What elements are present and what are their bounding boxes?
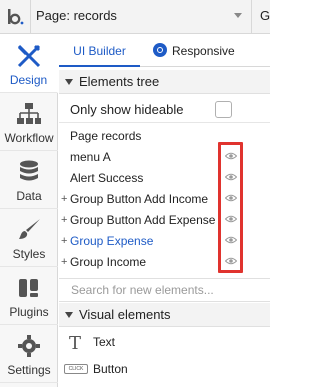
builder-panel: UI Builder Responsive Elements tree Only… [59, 35, 270, 387]
visual-element-text[interactable]: T Text [59, 329, 270, 355]
sidebar-item-label: Design [9, 73, 48, 87]
left-sidebar: Design Workflow Data Styles Plugins Sett… [0, 35, 58, 387]
sidebar-item-settings[interactable]: Settings [0, 325, 58, 383]
visual-element-label: Button [93, 362, 128, 376]
top-bar-truncated-label[interactable]: G [260, 8, 270, 23]
sidebar-item-label: Data [16, 189, 42, 203]
tab-responsive-label: Responsive [172, 44, 235, 58]
elements-tree-title: Elements tree [79, 74, 160, 89]
sidebar-item-workflow[interactable]: Workflow [0, 93, 58, 151]
tree-item-label: Group Expense [70, 234, 154, 248]
sidebar-item-label: Settings [7, 363, 51, 377]
visual-element-label: Text [93, 335, 116, 349]
divider [251, 0, 252, 34]
sidebar-item-styles[interactable]: Styles [0, 209, 58, 267]
page-selector[interactable]: Page: records [36, 8, 117, 23]
tree-item-label: Group Button Add Expense [70, 213, 216, 227]
database-icon [20, 160, 38, 181]
tab-responsive[interactable]: Responsive [143, 35, 270, 67]
brush-icon [19, 219, 40, 239]
tree-item-label: Group Income [70, 255, 147, 269]
visual-elements-title: Visual elements [79, 307, 171, 322]
only-show-hideable-checkbox[interactable] [215, 101, 232, 118]
element-search-input[interactable]: Search for new elements... [59, 278, 270, 302]
tree-item-label: menu A [70, 150, 111, 164]
top-bar: Page: records G [0, 0, 270, 34]
bubble-logo-icon [8, 9, 24, 25]
expand-plus-icon[interactable]: + [61, 210, 69, 231]
sidebar-item-label: Plugins [9, 305, 49, 319]
expand-plus-icon[interactable]: + [61, 252, 69, 273]
sidebar-item-data[interactable]: Data [0, 151, 58, 209]
tree-item-label: Page records [70, 129, 142, 143]
workflow-icon [17, 103, 41, 124]
visual-element-button[interactable]: CLICK Button [59, 356, 270, 382]
button-icon: CLICK [64, 364, 88, 374]
expand-plus-icon[interactable]: + [61, 231, 69, 252]
app-logo[interactable] [0, 0, 31, 34]
collapse-triangle-icon [65, 312, 73, 318]
highlight-box [218, 142, 243, 273]
sidebar-item-label: Styles [12, 247, 46, 261]
plugin-icon [19, 279, 38, 297]
tree-item-label: Alert Success [70, 171, 144, 185]
tree-item-label: Group Button Add Income [70, 192, 209, 206]
sidebar-item-design[interactable]: Design [0, 35, 58, 93]
tab-ui-builder[interactable]: UI Builder [59, 35, 140, 67]
chevron-down-icon[interactable] [234, 13, 242, 18]
text-icon: T [69, 333, 82, 354]
sidebar-item-plugins[interactable]: Plugins [0, 267, 58, 325]
sidebar-item-label: Workflow [4, 131, 54, 145]
gear-icon [18, 335, 40, 357]
only-show-hideable-label: Only show hideable [70, 102, 184, 117]
visual-elements-header[interactable]: Visual elements [59, 303, 270, 327]
elements-tree-header[interactable]: Elements tree [59, 70, 270, 94]
collapse-triangle-icon [65, 79, 73, 85]
expand-plus-icon[interactable]: + [61, 189, 69, 210]
responsive-icon [153, 43, 167, 57]
panel-tabs: UI Builder Responsive [59, 35, 270, 67]
only-show-hideable-row: Only show hideable [59, 97, 270, 123]
design-icon [17, 44, 41, 68]
